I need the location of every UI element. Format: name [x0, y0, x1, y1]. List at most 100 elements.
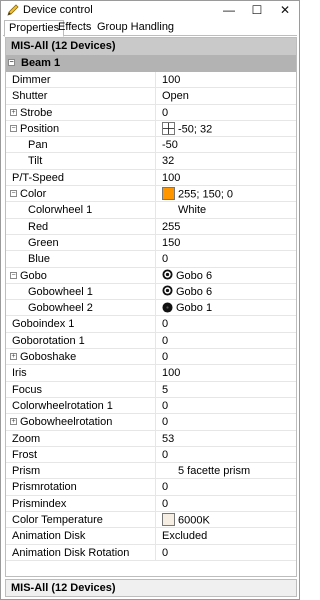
property-row-gobo[interactable]: − Gobo Gobo 6 [6, 267, 296, 284]
property-name: Goboindex 1 [6, 316, 156, 332]
property-row-focus[interactable]: Focus 5 [6, 381, 296, 398]
property-value[interactable]: 255; 150; 0 [162, 187, 233, 201]
collapse-toggle-icon[interactable]: − [10, 124, 17, 132]
property-row-green[interactable]: Green 150 [6, 234, 296, 252]
property-value[interactable]: -50; 32 [162, 121, 212, 136]
property-value[interactable]: 255 [162, 221, 180, 233]
device-group-header: MIS-All (12 Devices) [6, 38, 296, 55]
property-label: Prismindex [12, 497, 67, 510]
property-row-colorwheelrotation-1[interactable]: Colorwheelrotation 1 0 [6, 397, 296, 415]
property-value-text: 5 facette prism [178, 465, 251, 478]
property-value[interactable]: 0 [162, 547, 168, 559]
property-value[interactable]: 100 [162, 74, 180, 86]
property-row-strobe[interactable]: + Strobe 0 [6, 104, 296, 121]
property-value-text: Open [162, 90, 189, 103]
property-row-goborotation-1[interactable]: Goborotation 1 0 [6, 332, 296, 350]
property-label: Tilt [28, 155, 43, 168]
property-row-gobowheelrotation[interactable]: + Gobowheelrotation 0 [6, 414, 296, 431]
property-row-zoom[interactable]: Zoom 53 [6, 430, 296, 447]
property-name: + Goboshake [6, 349, 156, 365]
property-value[interactable]: Open [162, 90, 189, 102]
property-value-text: Gobo 1 [176, 302, 213, 315]
minimize-button[interactable]: — [215, 1, 243, 19]
property-name: Blue [6, 251, 156, 267]
property-row-iris[interactable]: Iris 100 [6, 365, 296, 382]
property-row-color[interactable]: − Color 255; 150; 0 [6, 186, 296, 203]
property-value[interactable]: 0 [162, 481, 168, 493]
property-value[interactable]: 100 [162, 367, 180, 379]
property-row-animation-disk[interactable]: Animation Disk Excluded [6, 528, 296, 545]
maximize-button[interactable]: ☐ [243, 1, 271, 19]
tab-effects[interactable]: Effects [54, 20, 95, 36]
property-name: Pan [6, 137, 156, 153]
property-name: P/T-Speed [6, 169, 156, 186]
property-row-pan[interactable]: Pan -50 [6, 137, 296, 154]
property-value-text: 32 [162, 155, 175, 168]
property-row-blue[interactable]: Blue 0 [6, 251, 296, 268]
property-value[interactable]: 0 [162, 400, 168, 412]
property-row-shutter[interactable]: Shutter Open [6, 88, 296, 105]
property-name: Colorwheelrotation 1 [6, 397, 156, 414]
device-control-window: Device control — ☐ ✕ Properties Effects … [0, 0, 300, 600]
property-name: − Gobo [6, 267, 156, 283]
property-value[interactable]: Excluded [162, 530, 207, 542]
property-value[interactable]: 150 [162, 237, 180, 249]
property-row-prism[interactable]: Prism 5 facette prism [6, 463, 296, 480]
position-grid-icon [162, 121, 175, 135]
property-row-p-t-speed[interactable]: P/T-Speed 100 [6, 169, 296, 187]
collapse-toggle-icon[interactable]: − [10, 190, 17, 198]
property-value-text: Excluded [162, 530, 208, 543]
property-row-gobowheel-1[interactable]: Gobowheel 1 Gobo 6 [6, 283, 296, 301]
property-row-colorwheel-1[interactable]: Colorwheel 1 White [6, 202, 296, 219]
property-row-goboshake[interactable]: + Goboshake 0 [6, 349, 296, 366]
property-value[interactable]: 6000K [162, 513, 210, 527]
property-value-text: 100 [162, 171, 181, 184]
expand-toggle-icon[interactable]: + [10, 353, 17, 361]
property-row-animation-disk-rotation[interactable]: Animation Disk Rotation 0 [6, 544, 296, 561]
close-button[interactable]: ✕ [271, 1, 299, 19]
property-row-frost[interactable]: Frost 0 [6, 446, 296, 464]
title-bar[interactable]: Device control — ☐ ✕ [1, 1, 299, 19]
property-value[interactable]: 0 [162, 498, 168, 510]
property-value[interactable]: 32 [162, 155, 174, 167]
property-row-tilt[interactable]: Tilt 32 [6, 153, 296, 170]
property-value[interactable]: Gobo 6 [162, 286, 212, 298]
property-value[interactable]: -50 [162, 139, 178, 151]
property-row-prismindex[interactable]: Prismindex 0 [6, 495, 296, 513]
property-name: − Color [6, 186, 156, 202]
property-label: Red [28, 220, 49, 233]
property-value[interactable]: 53 [162, 433, 174, 445]
property-value[interactable]: 5 facette prism [178, 465, 250, 477]
property-label: Prismrotation [12, 481, 77, 494]
property-value[interactable]: 5 [162, 384, 168, 396]
property-row-goboindex-1[interactable]: Goboindex 1 0 [6, 316, 296, 333]
tab-group-handling[interactable]: Group Handling [93, 20, 178, 36]
property-value[interactable]: 0 [162, 449, 168, 461]
property-value[interactable]: 0 [162, 335, 168, 347]
property-value[interactable]: Gobo 1 [162, 302, 212, 314]
property-row-gobowheel-2[interactable]: Gobowheel 2 Gobo 1 [6, 300, 296, 317]
section-beam-1[interactable]: − Beam 1 [6, 55, 296, 72]
collapse-toggle-icon[interactable]: − [8, 59, 15, 66]
property-value[interactable]: 100 [162, 172, 180, 184]
property-value[interactable]: 0 [162, 351, 168, 363]
property-value[interactable]: 0 [162, 416, 168, 428]
property-value-text: Gobo 6 [176, 285, 213, 298]
property-value[interactable]: White [178, 204, 206, 216]
property-value[interactable]: 0 [162, 253, 168, 265]
property-label: Color Temperature [12, 514, 103, 527]
expand-toggle-icon[interactable]: + [10, 108, 17, 116]
property-row-dimmer[interactable]: Dimmer 100 [6, 72, 296, 89]
property-row-red[interactable]: Red 255 [6, 218, 296, 235]
collapse-toggle-icon[interactable]: − [10, 271, 17, 279]
property-value[interactable]: 0 [162, 107, 168, 119]
property-value[interactable]: Gobo 6 [162, 270, 212, 282]
property-row-prismrotation[interactable]: Prismrotation 0 [6, 479, 296, 496]
property-row-color-temperature[interactable]: Color Temperature 6000K [6, 512, 296, 529]
property-label: Position [20, 122, 60, 135]
property-label: Shutter [12, 90, 48, 103]
expand-toggle-icon[interactable]: + [10, 418, 17, 426]
property-name: Prismindex [6, 495, 156, 512]
property-row-position[interactable]: − Position -50; 32 [6, 120, 296, 138]
property-value[interactable]: 0 [162, 318, 168, 330]
